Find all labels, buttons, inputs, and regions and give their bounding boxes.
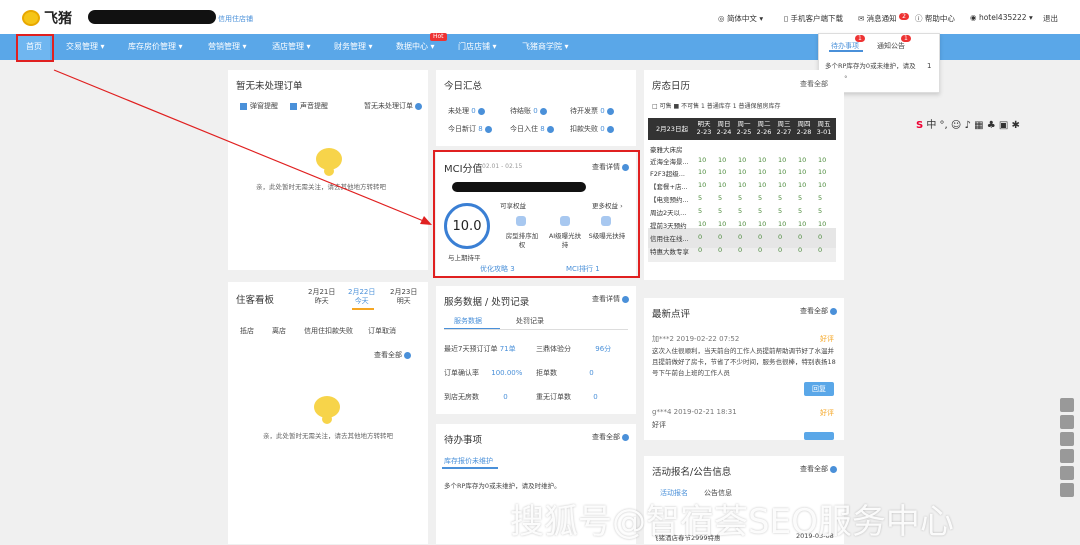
watermark: 搜狐号@智宿荟SEO服务中心	[510, 502, 954, 542]
annotation-arrow	[53, 69, 432, 225]
